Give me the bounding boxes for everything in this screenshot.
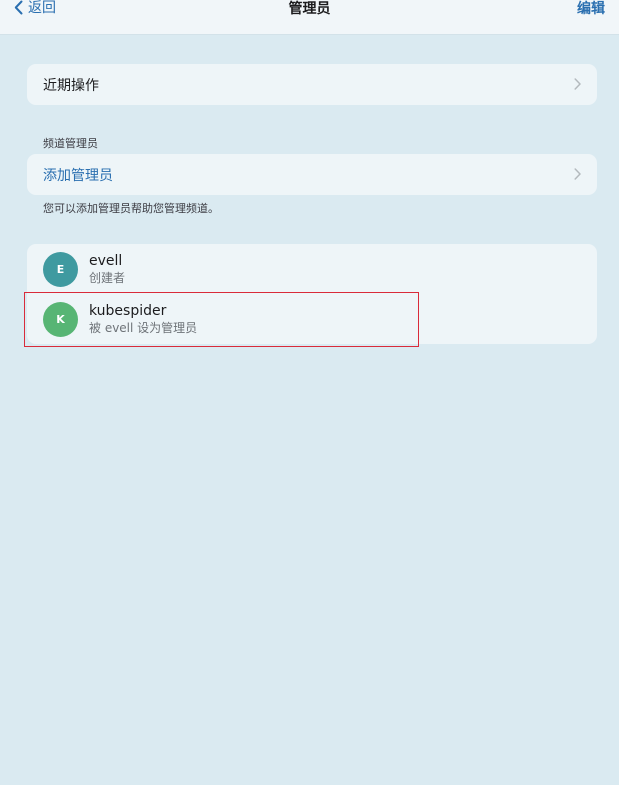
recent-actions-card: 近期操作 <box>27 64 597 105</box>
recent-actions-row[interactable]: 近期操作 <box>27 64 597 105</box>
add-admin-card: 添加管理员 <box>27 154 597 195</box>
member-role: 创建者 <box>89 270 126 285</box>
admins-section-header: 频道管理员 <box>43 137 98 150</box>
add-admin-label: 添加管理员 <box>43 167 113 184</box>
admins-section-footer: 您可以添加管理员帮助您管理频道。 <box>43 202 219 215</box>
page-title: 管理员 <box>288 1 331 17</box>
member-name: kubespider <box>89 302 167 319</box>
admin-list-card: E evell 创建者 K kubespider 被 evell 设为管理员 <box>27 244 597 344</box>
member-info: kubespider 被 evell 设为管理员 <box>89 303 197 336</box>
avatar: E <box>43 251 78 287</box>
chevron-right-icon <box>574 78 581 90</box>
chevron-right-icon <box>574 168 581 180</box>
member-info: evell 创建者 <box>89 253 125 286</box>
admin-list-item[interactable]: E evell 创建者 <box>27 244 597 294</box>
add-admin-row[interactable]: 添加管理员 <box>27 154 597 195</box>
navigation-bar: 返回 管理员 编辑 <box>0 0 619 35</box>
recent-actions-label: 近期操作 <box>43 77 99 94</box>
member-role: 被 evell 设为管理员 <box>89 320 198 335</box>
admin-list-item[interactable]: K kubespider 被 evell 设为管理员 <box>27 294 597 344</box>
avatar: K <box>43 301 78 337</box>
edit-button[interactable]: 编辑 <box>577 0 605 18</box>
member-name: evell <box>89 252 123 269</box>
